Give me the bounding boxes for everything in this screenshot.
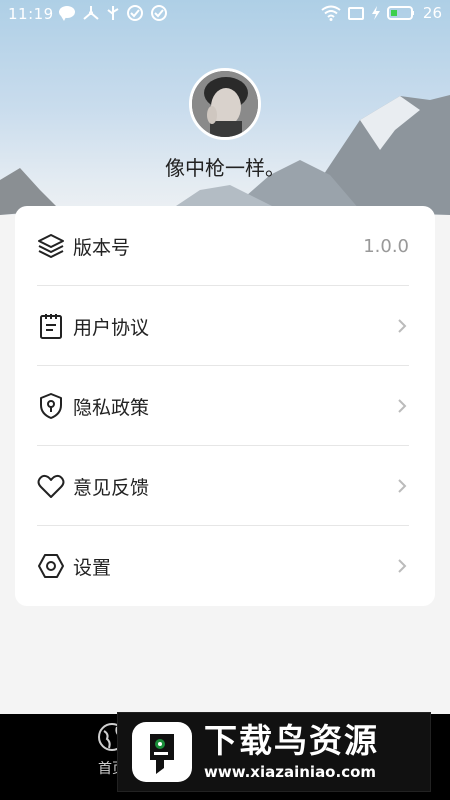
avatar[interactable] [189, 68, 261, 140]
status-bar: 11:19 26 [0, 0, 450, 28]
chat-icon [59, 6, 75, 21]
heart-icon [37, 472, 65, 500]
chevron-right-icon [398, 399, 407, 413]
wifi-icon [321, 5, 341, 21]
watermark-url: www.xiazainiao.com [204, 763, 377, 781]
chevron-right-icon [398, 559, 407, 573]
layers-icon [37, 232, 65, 260]
charging-icon [371, 6, 380, 20]
menu-item-label: 版本号 [73, 236, 131, 259]
username: 像中枪一样。 [165, 156, 285, 180]
chevron-right-icon [398, 479, 407, 493]
menu-item-label: 设置 [73, 556, 112, 579]
menu-item-label: 意见反馈 [73, 476, 150, 499]
avatar-photo [192, 71, 258, 137]
screen-icon [347, 7, 364, 20]
clipboard-icon [37, 312, 65, 340]
menu-item-version[interactable]: 版本号 1.0.0 [37, 206, 409, 286]
shield-key-icon [37, 392, 65, 420]
battery-icon [386, 6, 414, 20]
check-circle-icon [151, 5, 167, 21]
hexagon-settings-icon [37, 552, 65, 580]
watermark-banner: 下载鸟资源 www.xiazainiao.com [117, 712, 431, 792]
menu-item-label: 用户协议 [73, 316, 150, 339]
watermark-bird-logo [132, 722, 192, 782]
menu-item-user-agreement[interactable]: 用户协议 [37, 286, 409, 366]
chevron-right-icon [398, 319, 407, 333]
usb-icon [107, 6, 119, 20]
menu-item-privacy-policy[interactable]: 隐私政策 [37, 366, 409, 446]
settings-card: 版本号 1.0.0 用户协议 隐私政策 意见反馈 设置 [15, 206, 435, 606]
menu-item-settings[interactable]: 设置 [37, 526, 409, 606]
check-circle-icon [127, 5, 143, 21]
watermark-title: 下载鸟资源 [204, 721, 379, 760]
share-icon [83, 6, 99, 20]
status-time: 11:19 [8, 5, 54, 23]
version-value: 1.0.0 [363, 235, 409, 257]
battery-level: 26 [422, 4, 442, 22]
menu-item-feedback[interactable]: 意见反馈 [37, 446, 409, 526]
menu-item-label: 隐私政策 [73, 396, 150, 419]
